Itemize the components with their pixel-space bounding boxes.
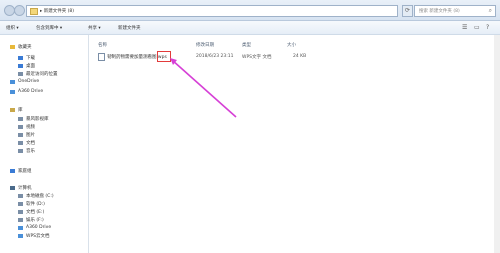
vertical-scrollbar[interactable] [494,35,500,253]
arrow-shaft [171,59,237,118]
annotation-arrow [170,58,237,118]
